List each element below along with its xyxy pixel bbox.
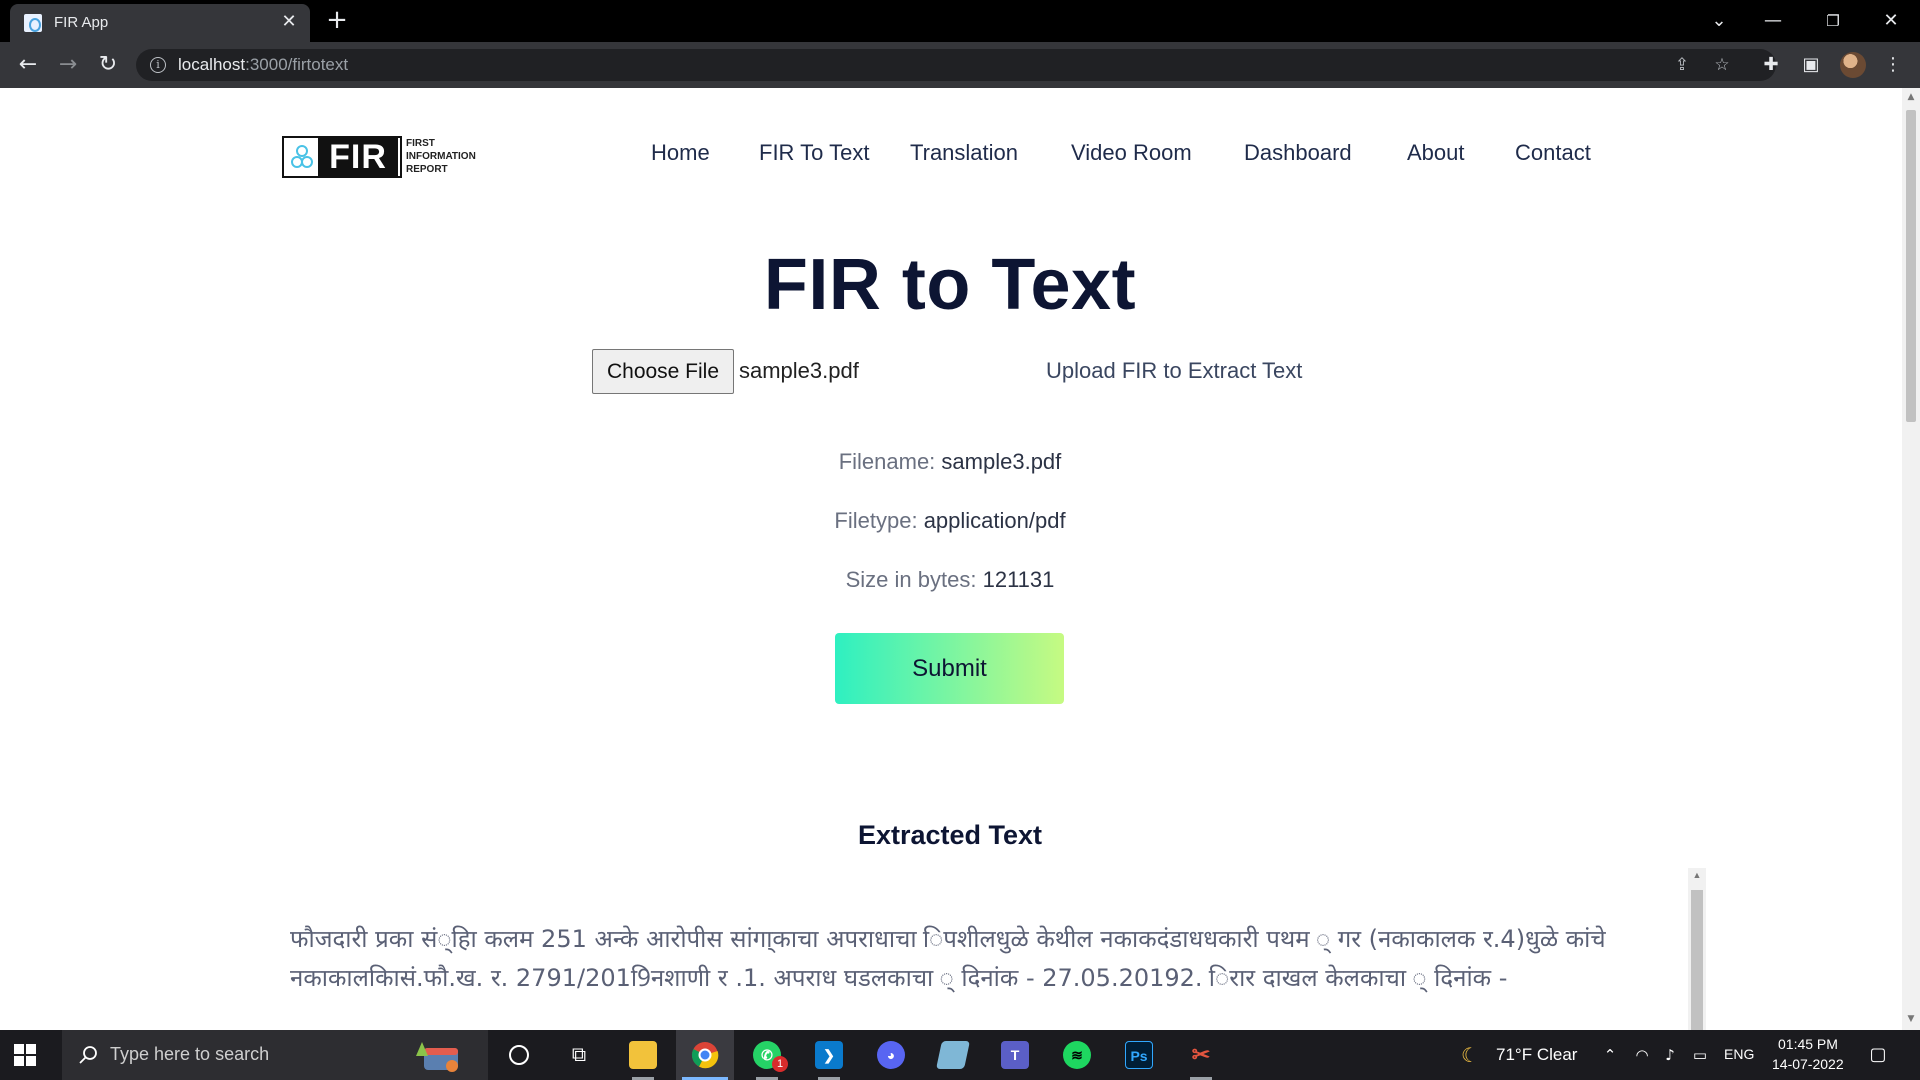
cortana-icon: [509, 1045, 529, 1065]
teams-icon: T: [1001, 1041, 1029, 1069]
chrome-menu-icon[interactable]: ⋮: [1880, 52, 1906, 78]
taskbar-file-explorer[interactable]: [614, 1030, 672, 1080]
extracted-text-content: फौजदारी प्रका सं्हिा कलम 251 अन्के आरोपी…: [290, 925, 1606, 992]
nav-contact[interactable]: Contact: [1515, 140, 1591, 166]
task-view-icon: ⧉: [571, 1044, 587, 1066]
reload-button[interactable]: ↻: [94, 51, 122, 79]
windows-taskbar: Type here to search ⧉ ✆ 1 ❯ ◕ T ≋ Ps ✂ ☾…: [0, 1030, 1920, 1080]
forward-button[interactable]: →: [54, 51, 82, 79]
upload-hint: Upload FIR to Extract Text: [1046, 358, 1303, 383]
taskbar-photoshop[interactable]: Ps: [1110, 1030, 1168, 1080]
nav-translation[interactable]: Translation: [910, 140, 1018, 166]
spotify-icon: ≋: [1063, 1041, 1091, 1069]
minimize-button[interactable]: —: [1758, 6, 1788, 36]
page-scroll-down-icon[interactable]: ▼: [1906, 1014, 1916, 1024]
cortana-button[interactable]: [490, 1030, 548, 1080]
restore-button[interactable]: ❐: [1818, 6, 1848, 36]
file-explorer-icon: [629, 1041, 657, 1069]
side-panel-icon[interactable]: ▣: [1798, 52, 1824, 78]
taskbar-spotify[interactable]: ≋: [1048, 1030, 1106, 1080]
filetype-info: Filetype: application/pdf: [834, 508, 1066, 533]
nav-video-room[interactable]: Video Room: [1071, 140, 1192, 166]
page-scrollbar[interactable]: ▲ ▼: [1902, 88, 1920, 1030]
volume-icon[interactable]: ♪: [1660, 1045, 1680, 1065]
bookmark-star-icon[interactable]: ☆: [1710, 53, 1734, 77]
weather-moon-icon[interactable]: ☾: [1460, 1045, 1480, 1065]
extracted-text-scrollbar[interactable]: ▲: [1688, 868, 1706, 1030]
extracted-text-area[interactable]: फौजदारी प्रका सं्हिा कलम 251 अन्के आरोपी…: [278, 868, 1706, 1030]
url-text[interactable]: localhost:3000/firtotext: [178, 55, 348, 75]
site-info-icon[interactable]: i: [150, 57, 166, 73]
extracted-text-scroll-thumb[interactable]: [1691, 890, 1703, 1030]
taskbar-search-box[interactable]: Type here to search: [62, 1030, 488, 1080]
nav-dashboard[interactable]: Dashboard: [1244, 140, 1352, 166]
snipping-tool-icon: ✂: [1191, 1042, 1211, 1067]
chrome-icon: [691, 1042, 719, 1069]
page-scroll-up-icon[interactable]: ▲: [1906, 92, 1916, 102]
back-button[interactable]: ←: [14, 51, 42, 79]
nav-about[interactable]: About: [1407, 140, 1465, 166]
search-highlight-illustration-icon: [416, 1042, 458, 1072]
new-tab-button[interactable]: +: [324, 7, 350, 34]
vscode-icon: ❯: [815, 1041, 843, 1069]
taskbar-whatsapp[interactable]: ✆ 1: [738, 1030, 796, 1080]
filesize-info: Size in bytes: 121131: [845, 567, 1055, 592]
weather-text[interactable]: 71°F Clear: [1496, 1045, 1577, 1065]
task-view-button[interactable]: ⧉: [550, 1030, 608, 1080]
extensions-icon[interactable]: ✚: [1758, 52, 1784, 78]
clock-date[interactable]: 14-07-2022: [1772, 1056, 1844, 1072]
filename-info: Filename: sample3.pdf: [838, 449, 1062, 474]
taskbar-teams[interactable]: T: [986, 1030, 1044, 1080]
browser-toolbar: ← → ↻ i localhost:3000/firtotext ⇪ ☆ ✚ ▣…: [0, 42, 1920, 88]
close-window-button[interactable]: ✕: [1876, 6, 1906, 36]
extracted-text-heading: Extracted Text: [857, 820, 1043, 850]
choose-file-button[interactable]: Choose File: [592, 349, 734, 394]
notes-icon: [936, 1041, 970, 1069]
tab-favicon-icon: [24, 14, 42, 32]
selected-file-name: sample3.pdf: [739, 358, 859, 383]
search-placeholder: Type here to search: [110, 1044, 270, 1064]
taskbar-snipping-tool[interactable]: ✂: [1172, 1030, 1230, 1080]
page-title: FIR to Text: [763, 245, 1137, 325]
photoshop-icon: Ps: [1125, 1041, 1153, 1069]
wifi-icon[interactable]: ◠: [1632, 1045, 1652, 1065]
tab-search-icon[interactable]: ⌄: [1704, 6, 1734, 36]
clock-time[interactable]: 01:45 PM: [1778, 1036, 1838, 1052]
main-navigation: Home FIR To Text Translation Video Room …: [0, 140, 1902, 170]
browser-tab[interactable]: FIR App ✕: [10, 4, 310, 42]
page-scroll-thumb[interactable]: [1906, 110, 1916, 422]
taskbar-chrome[interactable]: [676, 1030, 734, 1080]
taskbar-discord[interactable]: ◕: [862, 1030, 920, 1080]
whatsapp-notification-badge: 1: [772, 1056, 788, 1072]
language-indicator[interactable]: ENG: [1724, 1046, 1754, 1062]
scroll-up-arrow-icon[interactable]: ▲: [1692, 870, 1702, 880]
taskbar-notes[interactable]: [924, 1030, 982, 1080]
search-icon: [79, 1046, 97, 1064]
nav-home[interactable]: Home: [651, 140, 710, 166]
nav-fir-to-text[interactable]: FIR To Text: [759, 140, 869, 166]
windows-start-icon[interactable]: [14, 1044, 36, 1066]
discord-icon: ◕: [877, 1041, 905, 1069]
show-hidden-icons-icon[interactable]: ⌃: [1600, 1045, 1620, 1065]
notifications-icon[interactable]: ▢: [1868, 1045, 1888, 1065]
address-bar[interactable]: i localhost:3000/firtotext ⇪ ☆: [136, 49, 1776, 81]
browser-tab-strip: FIR App ✕ + ⌄ — ❐ ✕: [0, 0, 1920, 42]
page-viewport: FIR FIRST INFORMATION REPORT Home FIR To…: [0, 88, 1902, 1030]
tab-close-icon[interactable]: ✕: [278, 11, 300, 33]
battery-icon[interactable]: ▭: [1690, 1045, 1710, 1065]
share-icon[interactable]: ⇪: [1670, 53, 1694, 77]
taskbar-vscode[interactable]: ❯: [800, 1030, 858, 1080]
tab-title: FIR App: [54, 14, 109, 31]
profile-avatar[interactable]: [1840, 52, 1866, 78]
submit-button[interactable]: Submit: [835, 633, 1064, 704]
